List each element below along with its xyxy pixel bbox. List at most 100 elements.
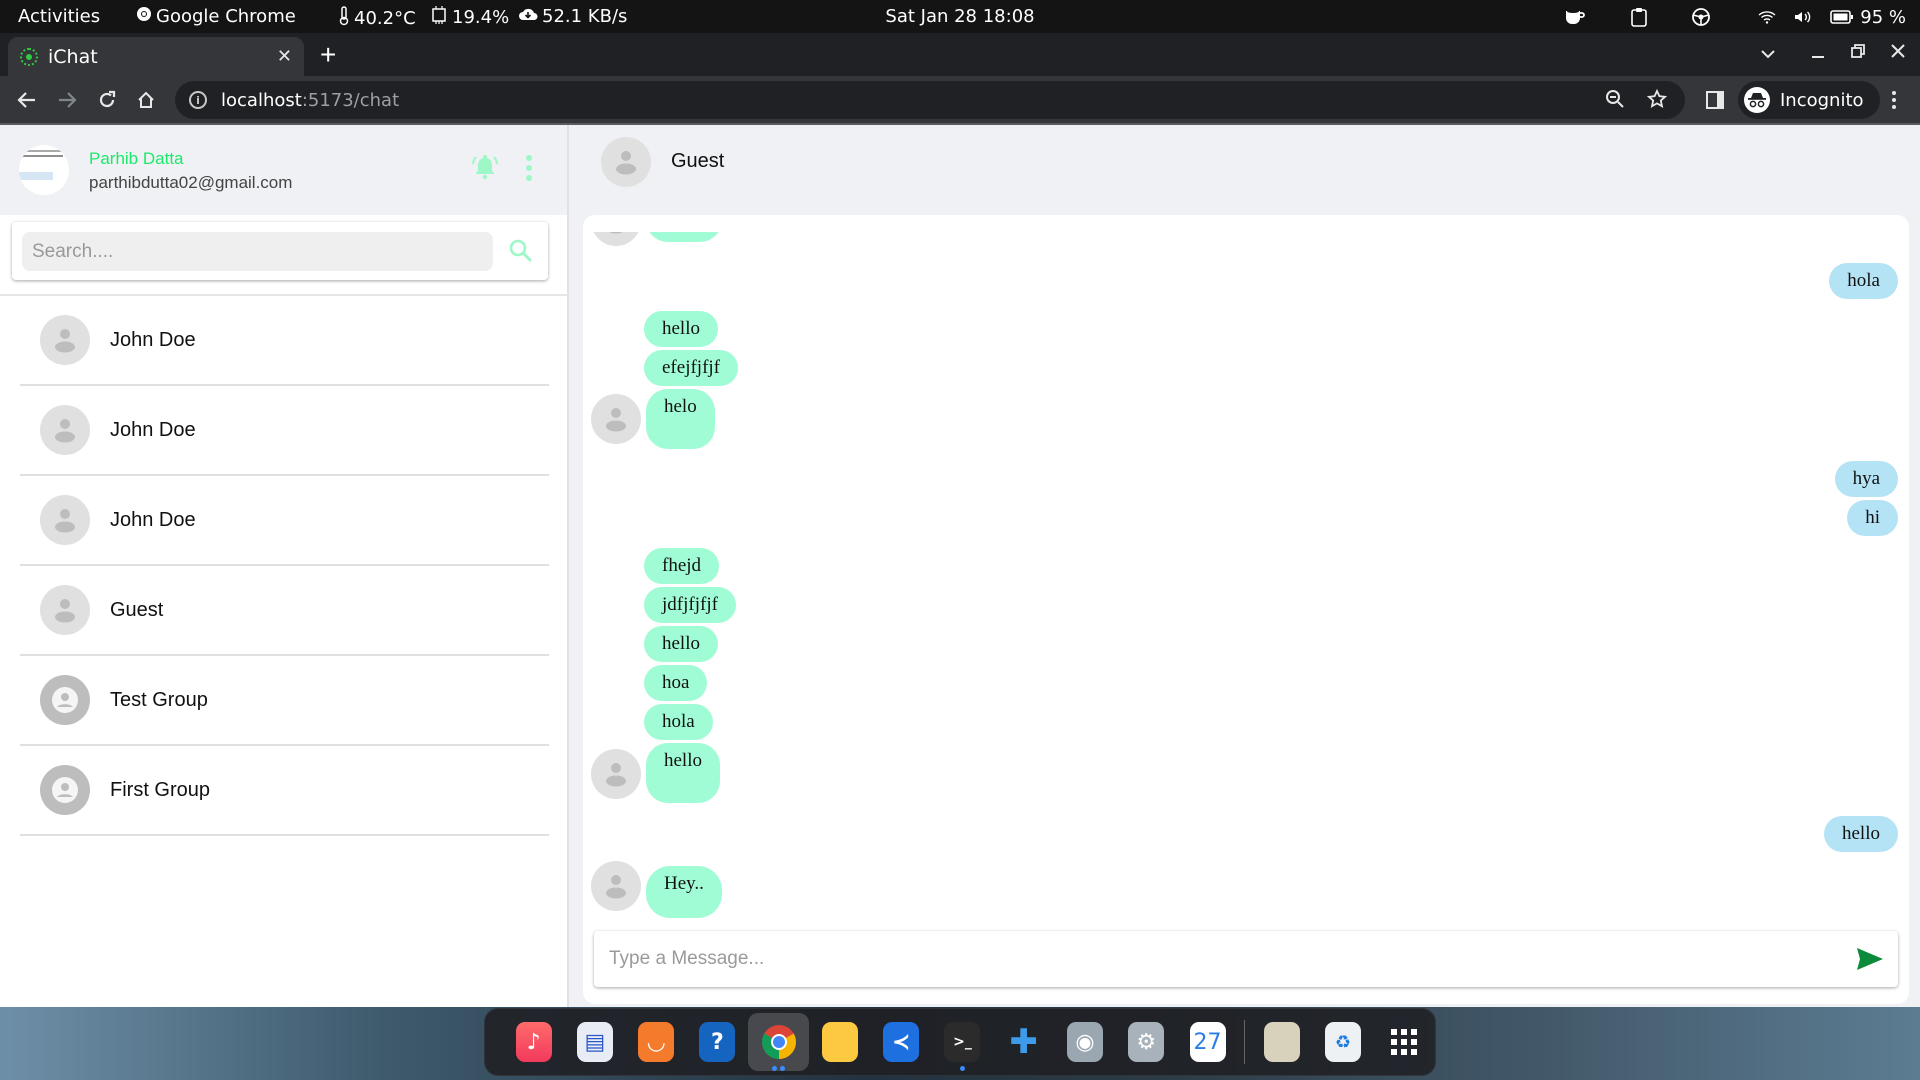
contact-item[interactable]: John Doe [20,476,549,566]
message-bubble-incoming: hello [644,626,718,662]
app-name: Google Chrome [156,6,296,27]
clipboard-icon[interactable] [1630,7,1648,27]
recipient-avatar-icon[interactable] [601,137,651,187]
trash-icon: ♻ [1325,1022,1362,1062]
react-favicon-icon [20,47,38,66]
chrome-menu-icon[interactable] [1880,86,1908,114]
tab-close-icon[interactable]: ✕ [277,46,292,67]
dock-help[interactable]: ? [687,1013,748,1071]
group-avatar-icon [40,675,90,725]
dock-disk-usage[interactable] [1251,1013,1312,1071]
system-top-bar: Activities Google Chrome 40.2°C 19.4% 52… [0,0,1920,33]
incognito-profile-button[interactable]: Incognito [1738,81,1880,119]
thermometer-icon [338,6,350,31]
volume-icon[interactable] [1794,10,1812,24]
shopping-bag-icon: ◡ [638,1022,675,1062]
steering-wheel-icon[interactable] [1690,6,1712,28]
temperature-indicator[interactable]: 40.2°C [338,6,416,31]
contact-item[interactable]: John Doe [20,296,549,386]
send-icon[interactable] [1856,947,1884,976]
contact-item[interactable]: John Doe [20,386,549,476]
contact-name: First Group [110,778,211,801]
user-name: Parhib Datta [89,149,184,168]
side-panel-icon[interactable] [1701,86,1729,114]
message-bubble-incoming: hoa [644,665,708,701]
tab-ichat[interactable]: iChat ✕ [8,37,304,76]
cloud-download-icon [518,6,538,27]
dock-software[interactable]: ◡ [626,1013,687,1071]
dock-writer[interactable]: ▤ [564,1013,625,1071]
reload-button[interactable] [93,86,121,114]
message-list[interactable]: hola hello efejfjfjf helo hya hi fhejd j… [583,232,1909,932]
dock-rhythmbox[interactable]: ♪ [503,1013,564,1071]
site-info-icon[interactable]: i [189,91,207,109]
home-button[interactable] [132,86,160,114]
address-bar[interactable]: i localhost:5173/chat [175,81,1685,119]
contact-item[interactable]: First Group [20,746,549,836]
network-indicator[interactable]: 52.1 KB/s [518,6,627,27]
browser-toolbar: i localhost:5173/chat Incognito [0,76,1920,125]
dock-tweaks[interactable]: ◉ [1054,1013,1115,1071]
search-icon[interactable] [508,238,534,269]
cpu-value: 19.4% [452,7,510,28]
dock-extensions[interactable]: ✚ [993,1013,1054,1071]
document-icon: ▤ [576,1022,613,1062]
new-tab-button[interactable]: + [320,41,336,69]
dock-calendar[interactable]: 27 [1177,1013,1238,1071]
tab-search-chevron-icon[interactable] [1760,42,1776,65]
clock[interactable]: Sat Jan 28 18:08 [885,6,1034,27]
close-window-icon[interactable] [1890,42,1906,65]
message-bubble-incoming: efejfjfjf [644,350,739,386]
sender-avatar-icon [591,749,641,799]
dock-terminal[interactable]: >_ [932,1013,993,1071]
caffeine-icon[interactable] [1564,8,1586,26]
dock-trash[interactable]: ♻ [1312,1013,1373,1071]
contact-name: John Doe [110,508,196,531]
toggle-icon: ◉ [1067,1022,1104,1062]
message-bubble-incoming: jdfjfjfjf [644,587,736,623]
more-options-icon[interactable] [526,155,532,181]
contact-item[interactable]: Guest [20,566,549,656]
forward-button[interactable] [53,86,81,114]
cpu-icon [430,6,448,29]
activities-button[interactable]: Activities [18,6,100,27]
message-bubble-incoming: hola [644,704,713,740]
person-avatar-icon [40,315,90,365]
contact-list: John Doe John Doe John Doe Guest Test Gr… [20,296,549,836]
notification-bell-icon[interactable] [470,151,500,186]
contact-item[interactable]: Test Group [20,656,549,746]
dock-files[interactable] [809,1013,870,1071]
message-bubble-incoming [646,232,722,242]
message-bubble-outgoing: hi [1847,500,1898,536]
dock-vscode[interactable]: ≺ [871,1013,932,1071]
help-icon: ? [699,1022,736,1062]
dock-show-apps[interactable] [1374,1013,1435,1071]
cpu-indicator[interactable]: 19.4% [430,6,509,29]
contact-name: John Doe [110,418,196,441]
back-button[interactable] [13,86,41,114]
system-tray[interactable]: 95 % [1564,4,1906,30]
sender-avatar-icon [591,394,641,444]
contact-name: Guest [110,598,164,621]
bookmark-star-icon[interactable] [1646,88,1668,114]
zoom-out-icon[interactable] [1605,89,1625,114]
dock-settings[interactable]: ⚙ [1116,1013,1177,1071]
message-bubble-incoming: Hey.. [646,866,722,918]
message-input[interactable] [594,931,1834,987]
minimize-icon[interactable] [1810,42,1826,65]
wifi-icon[interactable] [1758,10,1776,24]
url-path: :5173/chat [301,89,400,111]
restore-icon[interactable] [1850,42,1866,65]
user-avatar[interactable] [19,145,69,195]
message-bubble-incoming: helo [646,389,715,449]
sender-avatar-icon [591,232,641,246]
battery-icon[interactable] [1830,10,1854,24]
dock-chrome[interactable] [748,1013,810,1071]
app-menu[interactable]: Google Chrome [136,6,296,27]
ichat-app: Parhib Datta parthibdutta02@gmail.com Jo… [0,125,1920,1007]
puzzle-icon: ✚ [1009,1022,1039,1062]
search-input[interactable] [22,232,493,271]
person-avatar-icon [40,495,90,545]
url-host: localhost [221,89,302,111]
incognito-icon [1744,87,1770,113]
